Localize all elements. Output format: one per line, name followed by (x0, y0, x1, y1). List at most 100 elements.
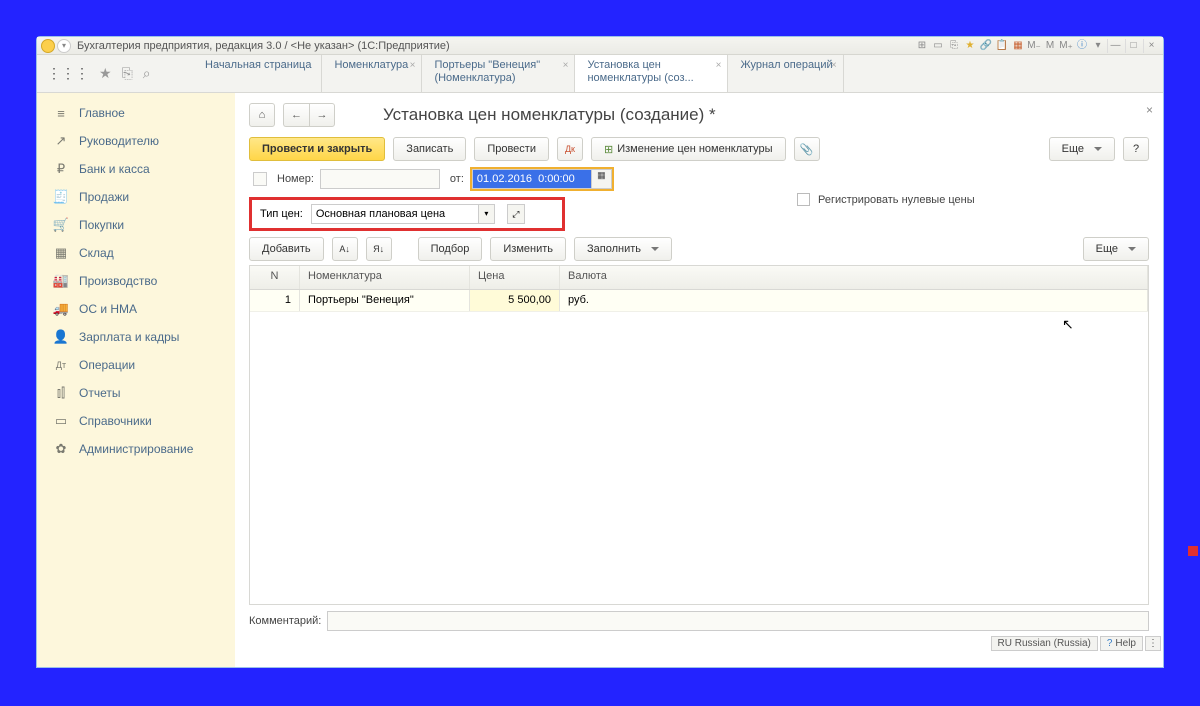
add-button[interactable]: Добавить (249, 237, 324, 261)
select-button[interactable]: Подбор (418, 237, 483, 261)
close-icon[interactable]: × (716, 59, 722, 72)
comment-input[interactable] (327, 611, 1149, 631)
sidebar-item-assets[interactable]: 🚚ОС и НМА (37, 295, 235, 323)
fill-button[interactable]: Заполнить (574, 237, 672, 261)
dt-kt-button[interactable]: Дк (557, 137, 583, 161)
sidebar-item-label: Главное (79, 106, 125, 120)
app-window: ▾ Бухгалтерия предприятия, редакция 3.0 … (36, 36, 1164, 668)
price-type-select[interactable]: ▾ (311, 204, 495, 224)
col-nomenclature[interactable]: Номенклатура (300, 266, 470, 289)
sidebar-item-sales[interactable]: 🧾Продажи (37, 183, 235, 211)
dropdown-icon[interactable]: ▾ (479, 204, 495, 224)
comment-label: Комментарий: (249, 615, 321, 627)
close-icon[interactable]: × (410, 59, 416, 72)
tab-price-setup[interactable]: Установка цен номенклатуры (соз...× (575, 55, 728, 92)
col-price[interactable]: Цена (470, 266, 560, 289)
sidebar-item-admin[interactable]: ✿Администрирование (37, 435, 235, 463)
price-type-input[interactable] (311, 204, 479, 224)
page-header: ⌂ ← → Установка цен номенклатуры (создан… (249, 103, 1149, 127)
post-close-button[interactable]: Провести и закрыть (249, 137, 385, 161)
minimize-icon[interactable]: — (1107, 39, 1123, 53)
red-marker (1188, 546, 1198, 556)
sidebar-item-label: Отчеты (79, 386, 120, 400)
sidebar-item-reports[interactable]: ⫾⫿Отчеты (37, 379, 235, 407)
reg-zero-row: Регистрировать нулевые цены (797, 193, 975, 206)
clipboard-icon[interactable]: ⎘ (122, 65, 133, 82)
reg-zero-checkbox[interactable] (797, 193, 810, 206)
tb-icon[interactable]: ⊞ (915, 39, 929, 53)
col-n[interactable]: N (250, 266, 300, 289)
tb-icon[interactable]: M (1043, 39, 1057, 53)
tb-icon[interactable]: ⎘ (947, 39, 961, 53)
locale-indicator[interactable]: RU Russian (Russia) (991, 636, 1098, 651)
sort-asc-button[interactable]: A↓ (332, 237, 358, 261)
page-close-icon[interactable]: × (1146, 103, 1153, 117)
sidebar-item-manager[interactable]: ↗Руководителю (37, 127, 235, 155)
tb-icon[interactable]: M₊ (1059, 39, 1073, 53)
calendar-icon[interactable]: ▦ (592, 169, 612, 189)
comment-row: Комментарий: (249, 611, 1149, 631)
star-icon[interactable]: ★ (99, 65, 112, 82)
open-ref-icon[interactable]: ⤢ (507, 204, 525, 224)
number-input[interactable] (320, 169, 440, 189)
change-button[interactable]: Изменить (490, 237, 566, 261)
reg-zero-label: Регистрировать нулевые цены (818, 194, 975, 206)
home-button[interactable]: ⌂ (249, 103, 275, 127)
tab-item[interactable]: Портьеры "Венеция" (Номенклатура)× (422, 55, 575, 92)
toolbar: ⋮⋮⋮ ★ ⎘ ⌕ Начальная страница Номенклатур… (37, 55, 1163, 93)
more-button[interactable]: Еще (1049, 137, 1115, 161)
sort-desc-button[interactable]: Я↓ (366, 237, 392, 261)
save-button[interactable]: Записать (393, 137, 466, 161)
sidebar-item-salary[interactable]: 👤Зарплата и кадры (37, 323, 235, 351)
sidebar-item-purchases[interactable]: 🛒Покупки (37, 211, 235, 239)
price-change-button[interactable]: ⊞Изменение цен номенклатуры (591, 137, 786, 161)
sidebar-item-operations[interactable]: ДтОперации (37, 351, 235, 379)
close-icon[interactable]: × (831, 59, 837, 72)
tb-icon[interactable]: ⓘ (1075, 39, 1089, 53)
close-icon[interactable]: × (563, 59, 569, 72)
tb-icon[interactable]: 📋 (995, 39, 1009, 53)
tb-icon[interactable]: ★ (963, 39, 977, 53)
search-icon[interactable]: ⌕ (143, 65, 151, 82)
document-icon (253, 172, 267, 186)
dropdown-icon[interactable]: ▾ (57, 39, 71, 53)
back-button[interactable]: ← (283, 103, 309, 127)
forward-button[interactable]: → (309, 103, 335, 127)
cell-price: 5 500,00 (470, 290, 560, 311)
attach-button[interactable]: 📎 (794, 137, 820, 161)
close-icon[interactable]: × (1143, 39, 1159, 53)
receipt-icon: 🧾 (53, 189, 69, 205)
tab-nomenclature[interactable]: Номенклатура× (322, 55, 422, 92)
table-more-button[interactable]: Еще (1083, 237, 1149, 261)
price-type-highlight: Тип цен: ▾ ⤢ (249, 197, 565, 231)
tb-icon[interactable]: ▾ (1091, 39, 1105, 53)
status-menu[interactable]: ⋮ (1145, 636, 1161, 651)
tb-icon[interactable]: ▭ (931, 39, 945, 53)
date-input[interactable] (472, 169, 592, 189)
grid-row[interactable]: 1 Портьеры "Венеция" 5 500,00 руб. (250, 290, 1148, 312)
tab-start[interactable]: Начальная страница (193, 55, 322, 92)
home-icon: ≡ (53, 105, 69, 121)
help-button[interactable]: ? (1123, 137, 1149, 161)
sidebar-item-production[interactable]: 🏭Производство (37, 267, 235, 295)
post-button[interactable]: Провести (474, 137, 549, 161)
tabs: Начальная страница Номенклатура× Портьер… (193, 55, 1163, 92)
sidebar-item-warehouse[interactable]: ▦Склад (37, 239, 235, 267)
sidebar-item-catalogs[interactable]: ▭Справочники (37, 407, 235, 435)
col-currency[interactable]: Валюта (560, 266, 1148, 289)
number-label: Номер: (277, 173, 314, 185)
help-indicator[interactable]: ?Help (1100, 636, 1143, 651)
tb-icon[interactable]: 🔗 (979, 39, 993, 53)
tb-icon[interactable]: ▦ (1011, 39, 1025, 53)
sidebar-item-main[interactable]: ≡ Главное (37, 99, 235, 127)
sidebar-item-label: Администрирование (79, 442, 193, 456)
sidebar-item-label: ОС и НМА (79, 302, 137, 316)
sidebar-item-bank[interactable]: ₽Банк и касса (37, 155, 235, 183)
menu-icon[interactable]: ⋮⋮⋮ (47, 65, 89, 82)
maximize-icon[interactable]: □ (1125, 39, 1141, 53)
tb-icon[interactable]: M₋ (1027, 39, 1041, 53)
cell-n: 1 (250, 290, 300, 311)
tab-journal[interactable]: Журнал операций× (728, 55, 843, 92)
sidebar-item-label: Склад (79, 246, 114, 260)
window-title: Бухгалтерия предприятия, редакция 3.0 / … (77, 40, 915, 52)
